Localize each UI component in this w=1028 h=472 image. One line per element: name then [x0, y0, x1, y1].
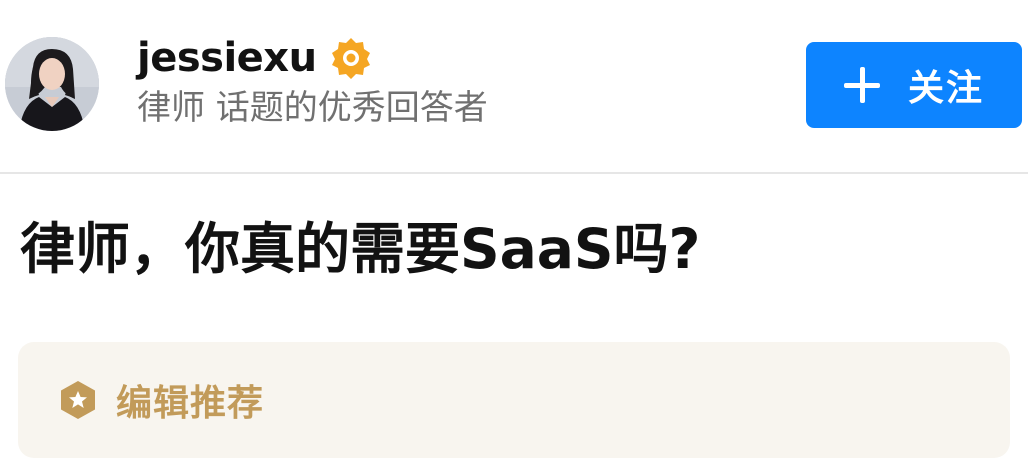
- divider: [0, 172, 1028, 174]
- author-row: jessiexu 律师 话题的优秀回答者 关注: [0, 0, 1028, 172]
- editor-pick-banner[interactable]: 编辑推荐: [18, 342, 1010, 458]
- follow-button[interactable]: 关注: [806, 42, 1022, 128]
- plus-icon: [843, 67, 880, 103]
- avatar[interactable]: [5, 37, 99, 131]
- hexagon-badge-icon: [58, 380, 98, 420]
- follow-button-label: 关注: [907, 68, 984, 109]
- verified-badge-icon: [329, 36, 373, 80]
- post-title[interactable]: 律师，你真的需要SaaS吗?: [20, 216, 700, 282]
- author-name[interactable]: jessiexu: [137, 38, 317, 78]
- avatar-photo-icon: [5, 37, 99, 131]
- author-headline: 律师 话题的优秀回答者: [137, 88, 488, 128]
- author-name-line: jessiexu: [137, 28, 373, 88]
- editor-pick-label: 编辑推荐: [116, 383, 265, 424]
